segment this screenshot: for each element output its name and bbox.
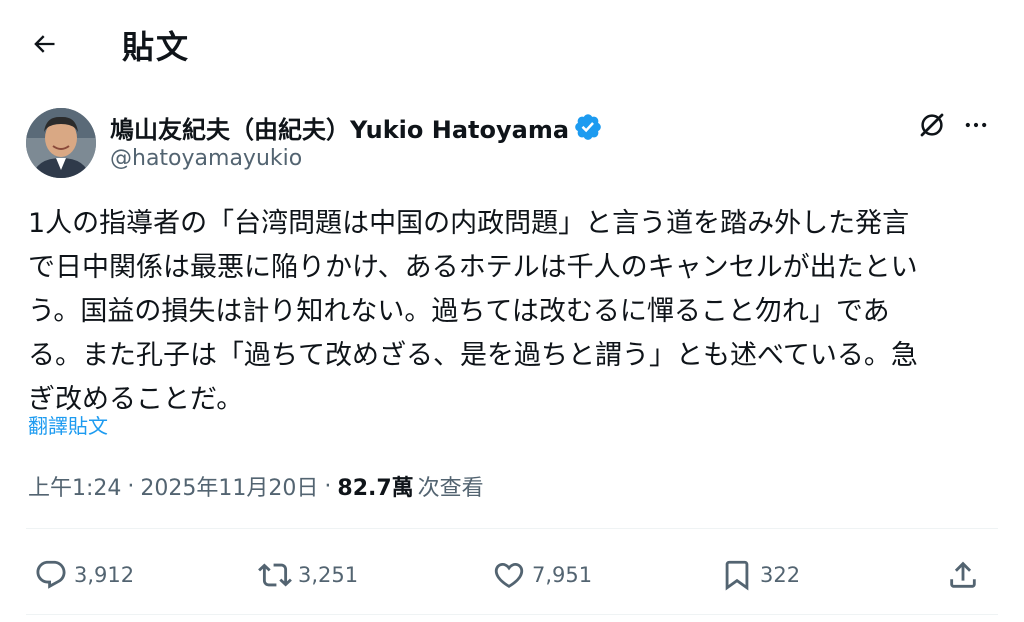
tweet-date[interactable]: 2025年11月20日 [140, 470, 318, 502]
separator-dot: · [127, 473, 135, 499]
divider [26, 614, 998, 615]
bookmark-count: 322 [760, 563, 801, 587]
page-header: 貼文 [0, 0, 1024, 84]
heart-icon [494, 562, 524, 588]
reply-count: 3,912 [74, 563, 135, 587]
author-name-row: 鳩山友紀夫（由紀夫）Yukio Hatoyama [110, 110, 603, 144]
retweet-button[interactable]: 3,251 [258, 552, 358, 598]
grok-button[interactable] [914, 107, 950, 143]
page-title: 貼文 [122, 28, 191, 66]
back-button[interactable] [22, 24, 66, 64]
verified-badge-icon[interactable] [573, 112, 603, 142]
author-handle[interactable]: @hatoyamayukio [110, 146, 302, 171]
bookmark-button[interactable]: 322 [720, 552, 800, 598]
grok-icon [920, 113, 944, 137]
retweet-icon [258, 563, 292, 587]
share-button[interactable] [946, 552, 980, 598]
separator-dot: · [324, 473, 332, 499]
more-options-button[interactable] [958, 107, 994, 143]
views-label: 次查看 [417, 476, 484, 501]
tweet-text: 1人の指導者の「台湾問題は中国の内政問題」と言う道を踏み外した発言 で日中関係は… [28, 208, 918, 415]
tweet-meta: 上午1:24 · 2025年11月20日 · 82.7萬 次查看 [28, 470, 484, 502]
share-icon [950, 561, 976, 588]
reply-icon [36, 560, 66, 589]
divider [26, 528, 998, 529]
retweet-count: 3,251 [298, 563, 359, 587]
author-display-name[interactable]: 鳩山友紀夫（由紀夫）Yukio Hatoyama [110, 110, 569, 145]
translate-post-link[interactable]: 翻譯貼文 [28, 410, 108, 439]
views-count: 82.7萬 [337, 476, 414, 501]
avatar[interactable] [26, 108, 96, 178]
like-button[interactable]: 7,951 [492, 552, 592, 598]
avatar-photo [26, 108, 96, 178]
tweet-time[interactable]: 上午1:24 [28, 470, 121, 502]
like-count: 7,951 [532, 563, 593, 587]
arrow-left-icon [34, 35, 55, 53]
bookmark-icon [725, 560, 749, 591]
more-dots-icon [965, 122, 987, 128]
reply-button[interactable]: 3,912 [34, 552, 134, 598]
action-bar: 3,912 3,251 7,951 322 [0, 552, 1024, 598]
